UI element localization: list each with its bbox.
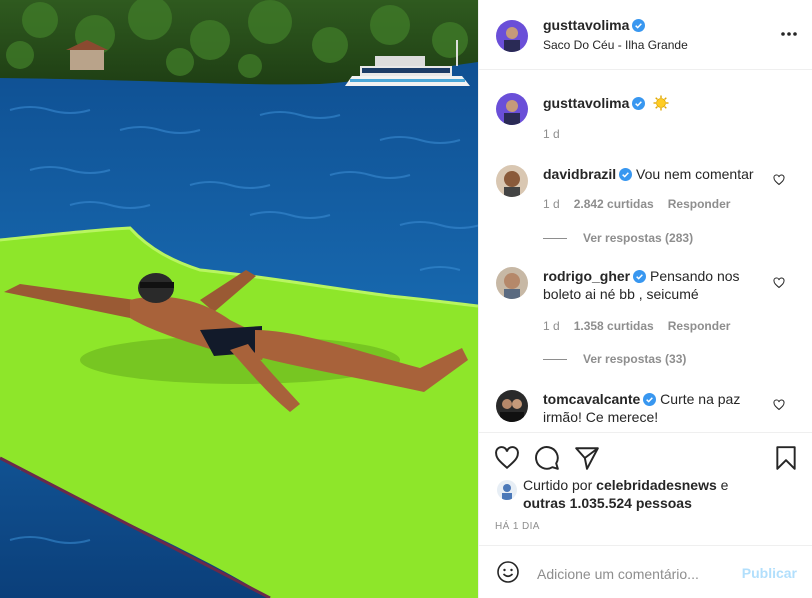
comment-likes-count[interactable]: 2.842 curtidas <box>574 197 654 211</box>
author-username-text[interactable]: gusttavolima <box>543 17 629 33</box>
save-bookmark-icon[interactable] <box>773 445 799 471</box>
comment-avatar[interactable] <box>496 390 528 422</box>
instagram-post: gusttavolima Saco Do Céu - Ilha Grande g… <box>0 0 812 598</box>
comment-item: rodrigo_gher Pensando nos boleto ai né b… <box>543 267 743 303</box>
post-photo[interactable] <box>0 0 478 598</box>
liked-by-text: Curtido por celebridadesnews e outras 1.… <box>523 476 773 512</box>
comment-like-heart-icon[interactable] <box>773 399 785 411</box>
comment-item: tomcavalcante Curte na paz irmão! Ce mer… <box>543 390 753 426</box>
verified-badge-icon <box>619 168 633 181</box>
post-location[interactable]: Saco Do Céu - Ilha Grande <box>543 38 688 52</box>
verified-badge-icon <box>633 270 647 283</box>
more-horizontal-icon[interactable] <box>779 27 799 41</box>
comment-input[interactable] <box>535 558 749 590</box>
comment-bubble-icon[interactable] <box>534 445 560 471</box>
emoji-smiley-icon[interactable] <box>496 560 520 584</box>
caption-time: 1 d <box>543 127 560 141</box>
comment-like-heart-icon[interactable] <box>773 277 785 289</box>
liked-by-user[interactable]: celebridadesnews <box>596 477 717 493</box>
liked-by-others[interactable]: outras 1.035.524 pessoas <box>523 495 692 511</box>
verified-badge-icon <box>643 393 657 406</box>
post-header: gusttavolima Saco Do Céu - Ilha Grande <box>479 0 812 70</box>
verified-badge-icon <box>632 19 646 32</box>
comment-meta: 1 d 1.358 curtidas Responder <box>543 319 730 333</box>
author-avatar[interactable] <box>496 20 528 52</box>
comment-time: 1 d <box>543 319 560 333</box>
liked-by-avatar[interactable] <box>497 480 517 500</box>
view-replies-label[interactable]: Ver respostas (283) <box>583 231 693 245</box>
share-paper-plane-icon[interactable] <box>574 445 600 471</box>
publish-button[interactable]: Publicar <box>742 565 797 581</box>
comment-text: Vou nem comentar <box>636 166 754 182</box>
reply-button[interactable]: Responder <box>668 197 731 211</box>
replies-divider <box>543 359 567 361</box>
comment-username[interactable]: rodrigo_gher <box>543 268 630 284</box>
post-actions: Curtido por celebridadesnews e outras 1.… <box>479 432 812 545</box>
add-comment-bar: Publicar <box>479 545 812 598</box>
comment-meta: 1 d 2.842 curtidas Responder <box>543 197 730 211</box>
caption-username-text[interactable]: gusttavolima <box>543 95 629 111</box>
comment-username[interactable]: tomcavalcante <box>543 391 640 407</box>
comment-likes-count[interactable]: 1.358 curtidas <box>574 319 654 333</box>
replies-divider <box>543 238 567 240</box>
comments-list: gusttavolima 1 d davidbrazil Vou nem com… <box>479 70 812 432</box>
comment-like-heart-icon[interactable] <box>773 174 785 186</box>
comment-item: davidbrazil Vou nem comentar <box>543 165 773 183</box>
author-username[interactable]: gusttavolima <box>543 17 646 33</box>
view-replies-button[interactable]: Ver respostas (283) <box>543 231 693 245</box>
post-image <box>0 0 478 598</box>
liked-by-prefix: Curtido por <box>523 477 593 493</box>
post-timestamp[interactable]: HÁ 1 DIA <box>495 521 540 532</box>
verified-badge-icon <box>632 97 646 110</box>
caption-avatar[interactable] <box>496 93 528 125</box>
reply-button[interactable]: Responder <box>668 319 731 333</box>
comment-username[interactable]: davidbrazil <box>543 166 616 182</box>
liked-by-joiner: e <box>720 477 729 493</box>
sun-emoji-icon <box>653 95 669 111</box>
comment-time: 1 d <box>543 197 560 211</box>
view-replies-button[interactable]: Ver respostas (33) <box>543 352 686 366</box>
comment-avatar[interactable] <box>496 267 528 299</box>
caption-username[interactable]: gusttavolima <box>543 95 669 111</box>
comment-avatar[interactable] <box>496 165 528 197</box>
post-sidebar: gusttavolima Saco Do Céu - Ilha Grande g… <box>478 0 812 598</box>
view-replies-label[interactable]: Ver respostas (33) <box>583 352 686 366</box>
like-heart-icon[interactable] <box>494 445 520 471</box>
